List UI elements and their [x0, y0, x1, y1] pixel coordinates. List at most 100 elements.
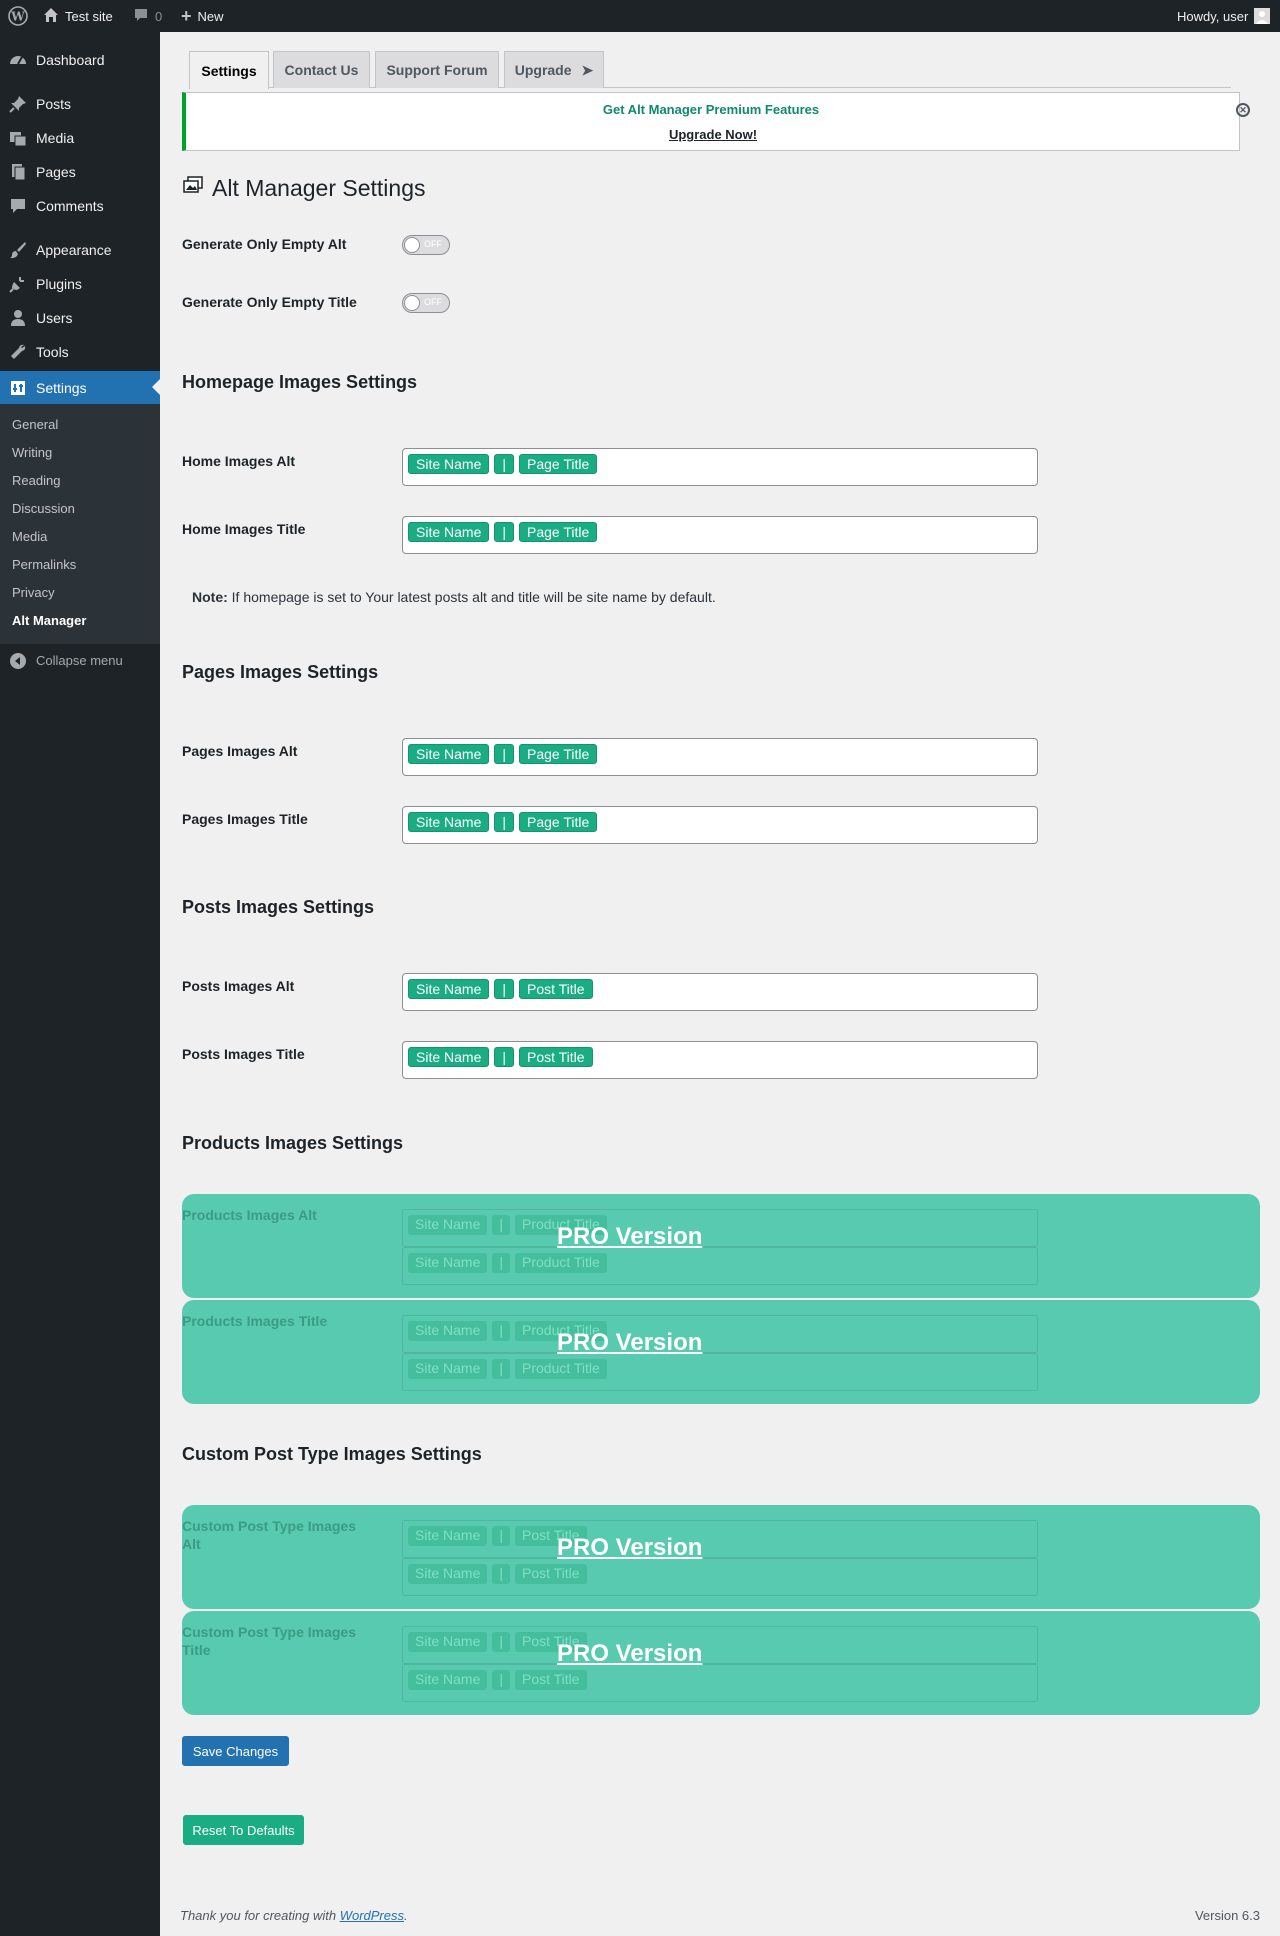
home-title-label: Home Images Title — [182, 521, 306, 537]
menu-item-media[interactable]: Media — [0, 121, 160, 155]
pro-overlay-cpt-title: Custom Post Type Images Title Site Name … — [182, 1611, 1260, 1715]
pro-version-link[interactable]: PRO Version — [557, 1223, 702, 1251]
images-icon — [182, 174, 204, 202]
posts-title-input[interactable]: Site Name | Post Title — [402, 1041, 1038, 1079]
tag-page-title[interactable]: Page Title — [519, 812, 598, 832]
tag-separator[interactable]: | — [494, 744, 514, 764]
tag-page-title[interactable]: Page Title — [519, 744, 598, 764]
home-title-input[interactable]: Site Name | Page Title — [402, 516, 1038, 554]
tab-support-forum[interactable]: Support Forum — [375, 51, 499, 88]
pro-version-link[interactable]: PRO Version — [557, 1329, 702, 1357]
menu-item-pages[interactable]: Pages — [0, 155, 160, 189]
tag-site-name[interactable]: Site Name — [408, 744, 490, 764]
tag-post-title[interactable]: Post Title — [519, 979, 593, 999]
pro-overlay-products-alt: Products Images Alt Site Name | Product … — [182, 1194, 1260, 1298]
tab-contact-us[interactable]: Contact Us — [273, 51, 370, 88]
new-content-link[interactable]: + New — [181, 0, 224, 32]
submenu-item-privacy[interactable]: Privacy — [12, 584, 55, 602]
comments-link[interactable]: 0 — [133, 0, 162, 32]
submenu-item-general[interactable]: General — [12, 416, 58, 434]
tag-site-name[interactable]: Site Name — [408, 522, 490, 542]
footer-text: Thank you for creating with — [180, 1908, 340, 1923]
tag-separator[interactable]: | — [494, 979, 514, 999]
tag-separator[interactable]: | — [494, 812, 514, 832]
empty-title-toggle[interactable]: OFF — [402, 293, 450, 313]
upgrade-now-link[interactable]: Upgrade Now! — [186, 127, 1240, 142]
dismiss-icon[interactable]: ✕ — [1236, 103, 1250, 117]
menu-item-dashboard[interactable]: Dashboard — [0, 43, 160, 77]
submenu-item-alt-manager[interactable]: Alt Manager — [12, 612, 86, 630]
menu-item-comments[interactable]: Comments — [0, 189, 160, 223]
tag-separator[interactable]: | — [494, 454, 514, 474]
menu-item-settings[interactable]: Settings — [0, 371, 160, 405]
products-section-title: Products Images Settings — [182, 1133, 404, 1153]
tag-site-name: Site Name — [408, 1253, 488, 1273]
collapse-menu-button[interactable]: Collapse menu — [0, 651, 160, 671]
tag-separator: | — [492, 1253, 510, 1273]
submenu-item-writing[interactable]: Writing — [12, 444, 52, 462]
menu-item-tools[interactable]: Tools — [0, 335, 160, 369]
pro-overlay-products-title: Products Images Title Site Name | Produc… — [182, 1300, 1260, 1404]
collapse-label: Collapse menu — [36, 653, 123, 668]
tag-site-name[interactable]: Site Name — [408, 979, 490, 999]
pages-alt-input[interactable]: Site Name | Page Title — [402, 738, 1038, 776]
tag-product-title: Product Title — [515, 1359, 607, 1379]
tag-separator[interactable]: | — [494, 522, 514, 542]
wordpress-link[interactable]: WordPress — [340, 1908, 404, 1923]
arrow-right-icon: ➤ — [581, 61, 594, 78]
pro-version-link[interactable]: PRO Version — [557, 1534, 702, 1562]
tag-site-name: Site Name — [408, 1670, 488, 1690]
footer-end: . — [404, 1908, 408, 1923]
tag-page-title[interactable]: Page Title — [519, 522, 598, 542]
submenu-item-permalinks[interactable]: Permalinks — [12, 556, 76, 574]
cpt-alt-label: Custom Post Type Images Alt — [182, 1518, 357, 1552]
posts-alt-input[interactable]: Site Name | Post Title — [402, 973, 1038, 1011]
media-icon — [8, 129, 28, 147]
site-name-label: Test site — [65, 8, 113, 24]
home-alt-input[interactable]: Site Name | Page Title — [402, 448, 1038, 486]
tag-product-title: Product Title — [515, 1253, 607, 1273]
posts-alt-label: Posts Images Alt — [182, 978, 295, 994]
pro-version-link[interactable]: PRO Version — [557, 1640, 702, 1668]
tab-settings[interactable]: Settings — [189, 51, 269, 89]
tag-site-name[interactable]: Site Name — [408, 1047, 490, 1067]
account-menu[interactable]: Howdy, user — [1177, 0, 1271, 32]
wordpress-logo-icon[interactable]: W — [8, 0, 28, 32]
menu-label: Settings — [36, 380, 87, 396]
empty-alt-toggle[interactable]: OFF — [402, 235, 450, 255]
homepage-note: Note: If homepage is set to Your latest … — [192, 589, 716, 605]
menu-item-users[interactable]: Users — [0, 301, 160, 335]
menu-label: Tools — [36, 344, 69, 360]
save-changes-button[interactable]: Save Changes — [182, 1736, 289, 1766]
tag-post-title[interactable]: Post Title — [519, 1047, 593, 1067]
menu-item-posts[interactable]: Posts — [0, 87, 160, 121]
tag-site-name[interactable]: Site Name — [408, 812, 490, 832]
plus-icon: + — [181, 5, 192, 26]
menu-label: Plugins — [36, 276, 82, 292]
menu-label: Dashboard — [36, 52, 105, 68]
site-name-link[interactable]: Test site — [43, 0, 113, 32]
comments-count: 0 — [155, 8, 163, 24]
admin-bar: W Test site 0 + New Howdy, user — [0, 0, 1280, 32]
homepage-section-title: Homepage Images Settings — [182, 372, 418, 392]
tab-upgrade[interactable]: Upgrade ➤ — [504, 51, 604, 88]
tag-separator[interactable]: | — [494, 1047, 514, 1067]
tag-separator: | — [492, 1670, 510, 1690]
cpt-section-title: Custom Post Type Images Settings — [182, 1444, 482, 1464]
tag-site-name[interactable]: Site Name — [408, 454, 490, 474]
reset-defaults-button[interactable]: Reset To Defaults — [183, 1815, 304, 1845]
submenu-item-media[interactable]: Media — [12, 528, 47, 546]
menu-item-plugins[interactable]: Plugins — [0, 267, 160, 301]
footer-credit: Thank you for creating with WordPress. — [180, 1908, 408, 1923]
submenu-item-discussion[interactable]: Discussion — [12, 500, 75, 518]
pages-title-input[interactable]: Site Name | Page Title — [402, 806, 1038, 844]
products-title-input: Site Name | Product Title — [402, 1315, 1038, 1353]
pin-icon — [8, 95, 28, 113]
main-content: Settings Contact Us Support Forum Upgrad… — [160, 32, 1280, 1936]
menu-item-appearance[interactable]: Appearance — [0, 233, 160, 267]
svg-text:W: W — [10, 10, 25, 24]
tag-post-title: Post Title — [515, 1564, 587, 1584]
tag-page-title[interactable]: Page Title — [519, 454, 598, 474]
submenu-item-reading[interactable]: Reading — [12, 472, 60, 490]
admin-sidebar: Dashboard Posts Media Pages Comments App… — [0, 32, 160, 1936]
